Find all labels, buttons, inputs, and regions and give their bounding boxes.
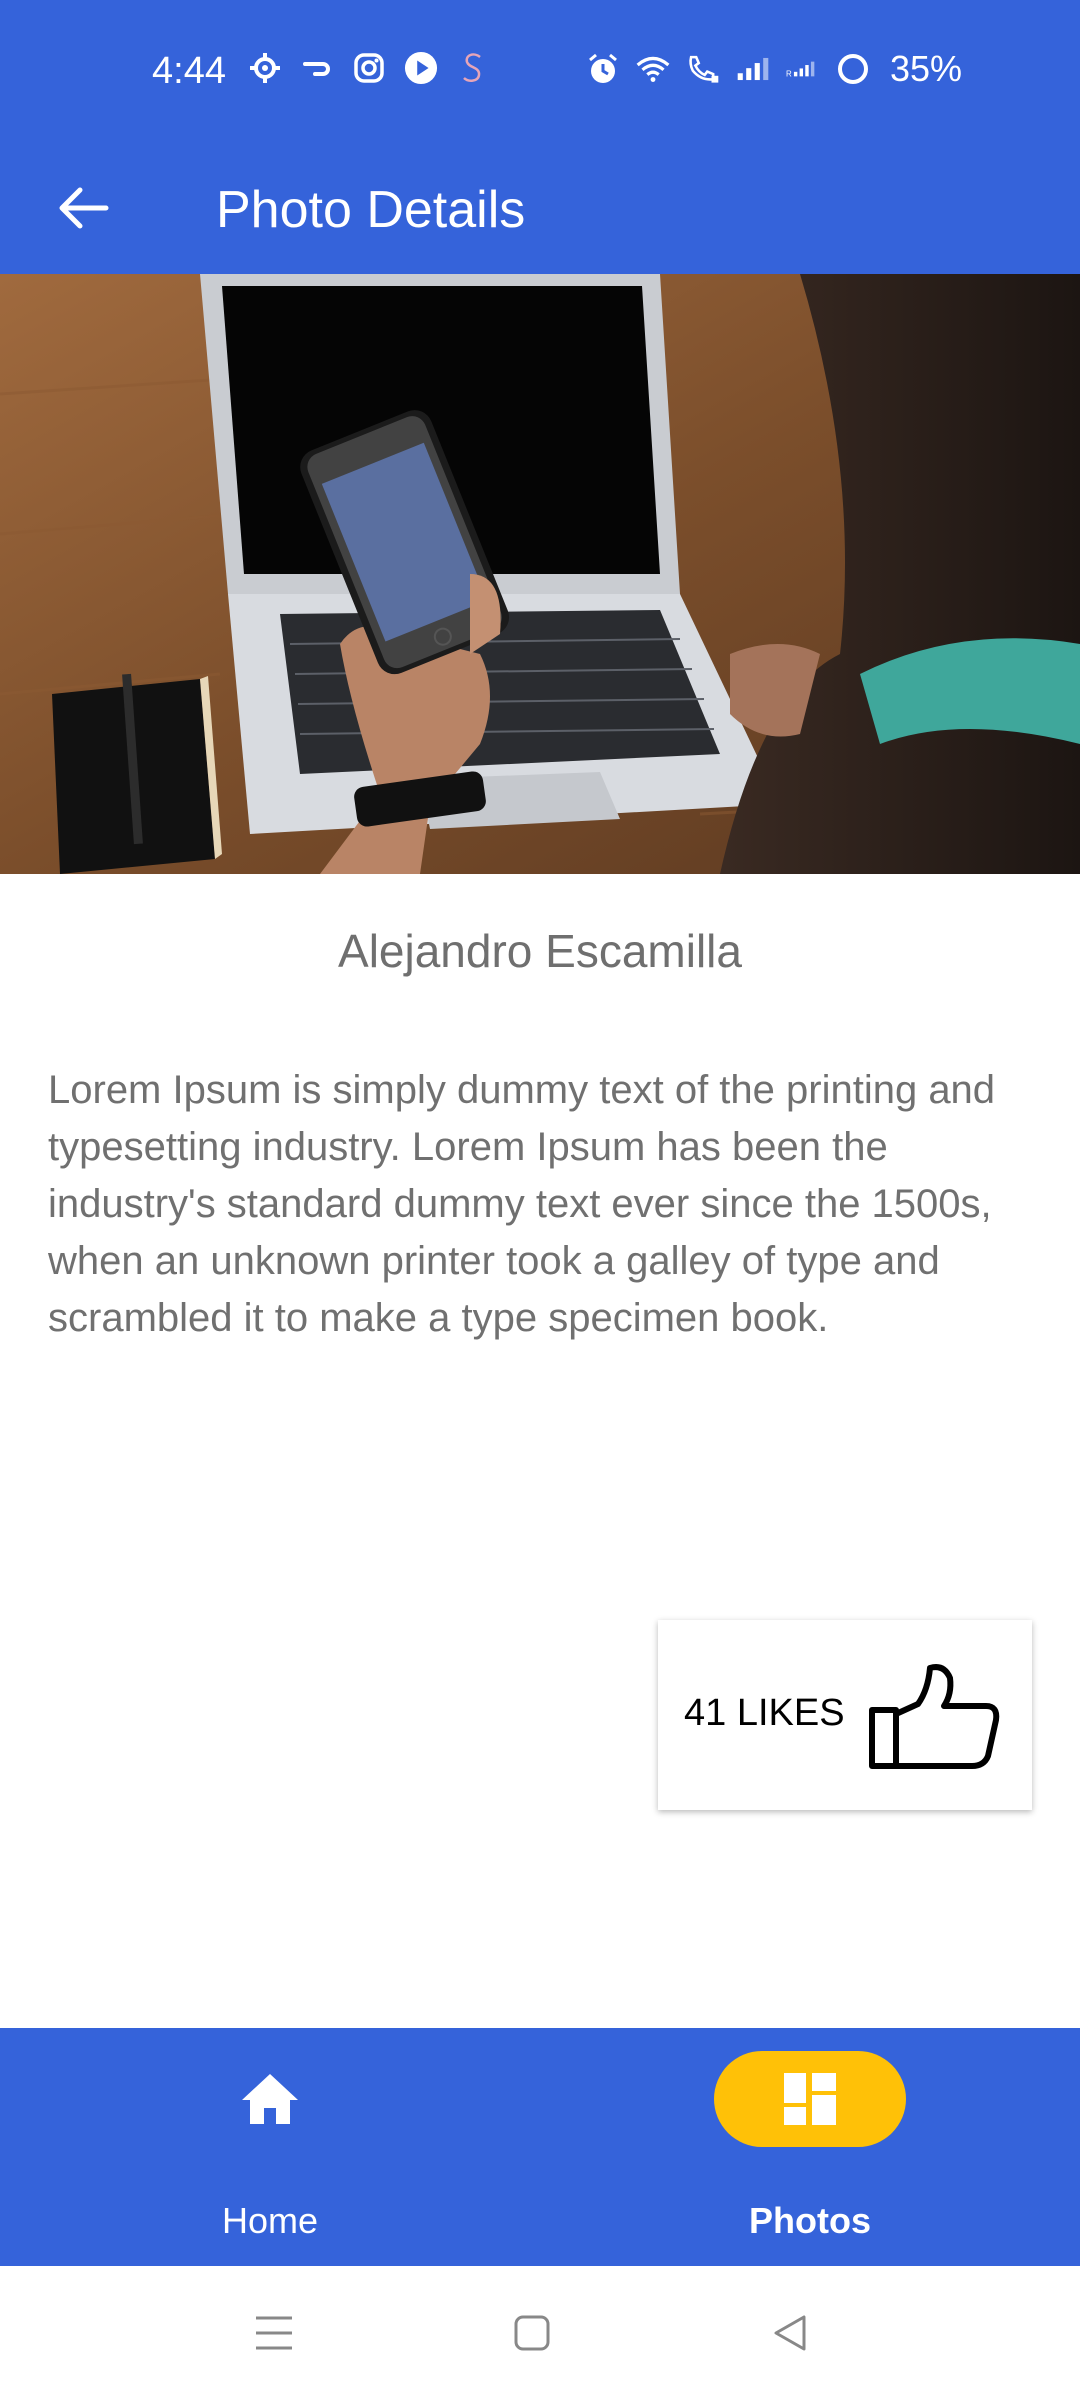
status-bar: 4:44 R 35% [0, 0, 1080, 140]
nav-item-home[interactable]: Home [0, 2028, 540, 2266]
svg-text:R: R [786, 69, 792, 78]
likes-count: 41 LIKES [684, 1692, 845, 1734]
wifi-icon [636, 49, 670, 89]
system-navigation-bar [0, 2266, 1080, 2400]
signal-icon [736, 49, 770, 89]
photo-image [0, 274, 1080, 874]
settings-icon [248, 48, 282, 88]
status-icons-right: R 35% [586, 48, 962, 90]
dashboard-icon [784, 2073, 836, 2125]
arrow-back-icon [59, 187, 109, 229]
nav-home-icon-container [174, 2051, 366, 2147]
system-back-button[interactable] [760, 2306, 820, 2360]
back-button[interactable] [42, 168, 122, 248]
photo-description: Lorem Ipsum is simply dummy text of the … [48, 1068, 996, 1340]
alarm-icon [586, 49, 620, 89]
battery-ring-icon [836, 49, 870, 89]
menu-icon [256, 2316, 292, 2350]
nav-photos-icon-container [714, 2051, 906, 2147]
system-home-button[interactable] [502, 2306, 562, 2360]
likes-button[interactable]: 41 LIKES [658, 1620, 1032, 1810]
status-time: 4:44 [152, 50, 226, 92]
status-icons-left [248, 48, 490, 88]
thumbs-up-icon [869, 1664, 1000, 1769]
app-bar: Photo Details [0, 140, 1080, 274]
home-square-icon [514, 2315, 550, 2351]
play-icon [404, 48, 438, 88]
instagram-icon [352, 48, 386, 88]
author-name: Alejandro Escamilla [338, 925, 742, 977]
home-icon [242, 2074, 298, 2124]
bottom-navigation: Home Photos [0, 2028, 1080, 2266]
back-triangle-icon [774, 2315, 806, 2351]
roaming-signal-icon: R [786, 49, 820, 89]
wifi-call-icon [686, 49, 720, 89]
link-icon [300, 48, 334, 88]
battery-percent: 35% [890, 48, 963, 89]
nav-item-photos[interactable]: Photos [540, 2028, 1080, 2266]
nav-label-photos: Photos [749, 2200, 871, 2241]
page-title: Photo Details [216, 181, 526, 239]
s-icon [456, 48, 490, 88]
recents-button[interactable] [244, 2306, 304, 2360]
nav-label-home: Home [221, 2200, 319, 2241]
